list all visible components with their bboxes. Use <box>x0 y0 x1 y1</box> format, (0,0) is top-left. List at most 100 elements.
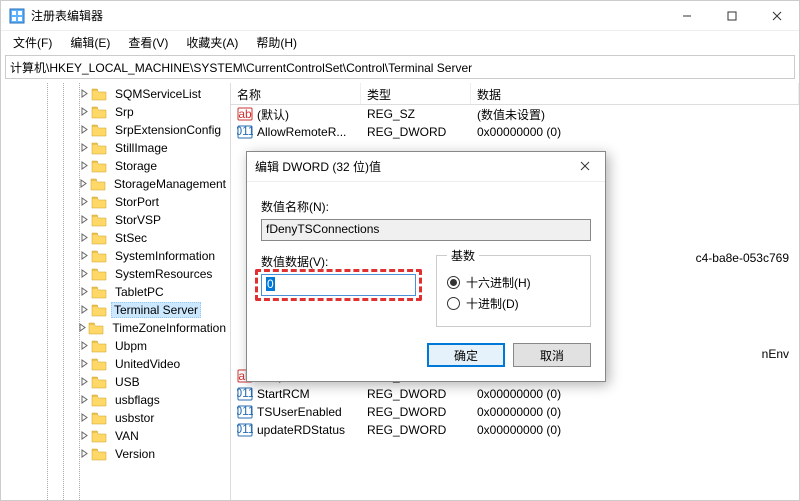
address-bar[interactable]: 计算机\HKEY_LOCAL_MACHINE\SYSTEM\CurrentCon… <box>5 55 795 79</box>
tree-item-label: TimeZoneInformation <box>112 321 226 335</box>
tree-expander[interactable] <box>77 447 91 461</box>
tree-item[interactable]: StSec <box>1 229 230 247</box>
svg-text:011: 011 <box>237 124 253 138</box>
tree-item-label: usbstor <box>115 411 154 425</box>
address-text: 计算机\HKEY_LOCAL_MACHINE\SYSTEM\CurrentCon… <box>10 59 472 76</box>
tree-item-label: VAN <box>115 429 139 443</box>
dialog-close-button[interactable] <box>573 160 597 174</box>
radio-dec[interactable]: 十进制(D) <box>447 295 580 312</box>
tree-expander[interactable] <box>77 339 91 353</box>
dialog-title: 编辑 DWORD (32 位)值 <box>255 158 573 175</box>
radio-hex-indicator <box>447 276 460 289</box>
tree-expander[interactable] <box>77 267 91 281</box>
list-row[interactable]: 011updateRDStatusREG_DWORD0x00000000 (0) <box>231 421 799 439</box>
value-data-field[interactable]: 0 <box>261 274 416 296</box>
tree-expander[interactable] <box>77 87 91 101</box>
value-type: REG_DWORD <box>361 125 471 139</box>
tree-item-label: StSec <box>115 231 147 245</box>
tree-item[interactable]: UnitedVideo <box>1 355 230 373</box>
tree-expander[interactable] <box>77 213 91 227</box>
svg-text:011: 011 <box>237 422 253 436</box>
tree-expander[interactable] <box>77 159 91 173</box>
menu-help[interactable]: 帮助(H) <box>248 32 305 53</box>
tree-expander[interactable] <box>77 411 91 425</box>
tree-expander[interactable] <box>77 249 91 263</box>
tree-expander[interactable] <box>77 177 90 191</box>
menu-file[interactable]: 文件(F) <box>5 32 60 53</box>
tree-item-label: StorageManagement <box>114 177 226 191</box>
tree-item[interactable]: StorPort <box>1 193 230 211</box>
menu-favorites[interactable]: 收藏夹(A) <box>178 32 246 53</box>
value-data: 0x00000000 (0) <box>471 405 799 419</box>
col-data[interactable]: 数据 <box>471 83 799 104</box>
tree-item[interactable]: SystemResources <box>1 265 230 283</box>
tree-expander[interactable] <box>77 141 91 155</box>
menubar: 文件(F) 编辑(E) 查看(V) 收藏夹(A) 帮助(H) <box>1 31 799 53</box>
tree-item[interactable]: SrpExtensionConfig <box>1 121 230 139</box>
value-data: 0x00000000 (0) <box>471 423 799 437</box>
value-name: StartRCM <box>257 387 310 401</box>
maximize-button[interactable] <box>709 1 754 31</box>
list-row[interactable]: 011StartRCMREG_DWORD0x00000000 (0) <box>231 385 799 403</box>
tree-item[interactable]: Ubpm <box>1 337 230 355</box>
tree-item[interactable]: TimeZoneInformation <box>1 319 230 337</box>
tree-item-label: USB <box>115 375 140 389</box>
list-row[interactable]: ab(默认)REG_SZ(数值未设置) <box>231 105 799 123</box>
tree-item-label: Storage <box>115 159 157 173</box>
menu-edit[interactable]: 编辑(E) <box>62 32 118 53</box>
tree-item[interactable]: TabletPC <box>1 283 230 301</box>
tree-item[interactable]: usbflags <box>1 391 230 409</box>
value-type: REG_DWORD <box>361 405 471 419</box>
col-type[interactable]: 类型 <box>361 83 471 104</box>
tree-item[interactable]: StorVSP <box>1 211 230 229</box>
tree-expander[interactable] <box>77 105 91 119</box>
value-name: TSUserEnabled <box>257 405 342 419</box>
close-button[interactable] <box>754 1 799 31</box>
value-type: REG_DWORD <box>361 423 471 437</box>
tree-item-label: StorVSP <box>115 213 161 227</box>
tree-item[interactable]: VAN <box>1 427 230 445</box>
tree-expander[interactable] <box>77 285 91 299</box>
tree-expander[interactable] <box>77 321 88 335</box>
tree-item[interactable]: SystemInformation <box>1 247 230 265</box>
tree-item[interactable]: Storage <box>1 157 230 175</box>
tree-item[interactable]: Terminal Server <box>1 301 230 319</box>
tree-expander[interactable] <box>77 375 91 389</box>
tree-item[interactable]: usbstor <box>1 409 230 427</box>
tree-expander[interactable] <box>77 393 91 407</box>
tree-item-label: UnitedVideo <box>115 357 180 371</box>
tree-expander[interactable] <box>77 195 91 209</box>
menu-view[interactable]: 查看(V) <box>120 32 176 53</box>
tree-expander[interactable] <box>77 429 91 443</box>
radio-dec-indicator <box>447 297 460 310</box>
tree-item-label: SystemInformation <box>115 249 215 263</box>
tree-expander[interactable] <box>77 303 91 317</box>
tree-item[interactable]: Version <box>1 445 230 463</box>
tree-item-label: usbflags <box>115 393 160 407</box>
tree-expander[interactable] <box>77 231 91 245</box>
list-row[interactable]: 011TSUserEnabledREG_DWORD0x00000000 (0) <box>231 403 799 421</box>
regedit-icon <box>9 8 25 24</box>
value-type: REG_DWORD <box>361 387 471 401</box>
value-name: (默认) <box>257 106 289 123</box>
tree-expander[interactable] <box>77 123 91 137</box>
tree-expander[interactable] <box>77 357 91 371</box>
tree-item[interactable]: StorageManagement <box>1 175 230 193</box>
value-type: REG_SZ <box>361 107 471 121</box>
tree-item-label: Srp <box>115 105 134 119</box>
tree-item[interactable]: StillImage <box>1 139 230 157</box>
cancel-button[interactable]: 取消 <box>513 343 591 367</box>
list-header: 名称 类型 数据 <box>231 83 799 105</box>
minimize-button[interactable] <box>664 1 709 31</box>
col-name[interactable]: 名称 <box>231 83 361 104</box>
tree-item[interactable]: Srp <box>1 103 230 121</box>
ok-button[interactable]: 确定 <box>427 343 505 367</box>
tree-item-label: Terminal Server <box>114 303 198 317</box>
tree-item-label: Ubpm <box>115 339 147 353</box>
value-name-field: fDenyTSConnections <box>261 219 591 241</box>
tree-item[interactable]: SQMServiceList <box>1 85 230 103</box>
radio-hex[interactable]: 十六进制(H) <box>447 274 580 291</box>
list-row[interactable]: 011AllowRemoteR...REG_DWORD0x00000000 (0… <box>231 123 799 141</box>
tree-item-label: SystemResources <box>115 267 212 281</box>
tree-item[interactable]: USB <box>1 373 230 391</box>
